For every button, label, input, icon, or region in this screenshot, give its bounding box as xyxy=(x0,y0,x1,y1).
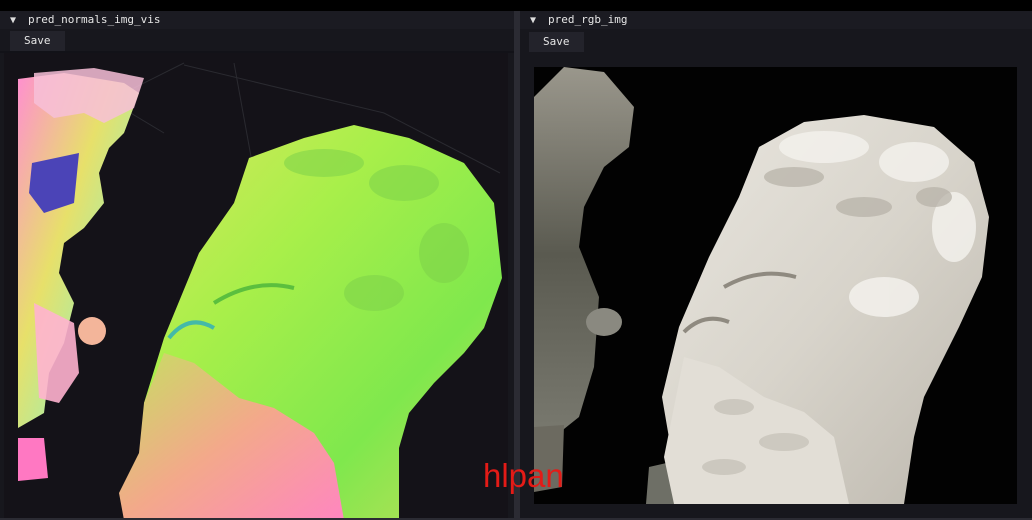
rgb-image xyxy=(534,67,1017,504)
collapse-triangle-icon[interactable]: ▼ xyxy=(10,12,20,30)
panel-pred-rgb: ▼ pred_rgb_img Save xyxy=(520,11,1032,520)
save-button[interactable]: Save xyxy=(10,31,65,51)
save-button[interactable]: Save xyxy=(529,32,584,52)
collapse-triangle-icon[interactable]: ▼ xyxy=(530,12,540,30)
rgb-image-viewport[interactable] xyxy=(534,67,1017,504)
watermark-text: hlpan xyxy=(483,457,564,494)
top-strip xyxy=(0,0,1032,11)
panel-titlebar[interactable]: ▼ pred_normals_img_vis xyxy=(0,11,514,29)
normals-image-viewport[interactable] xyxy=(4,53,508,520)
panel-pred-normals: ▼ pred_normals_img_vis Save xyxy=(0,11,514,520)
panel-titlebar[interactable]: ▼ pred_rgb_img xyxy=(520,11,1032,29)
normals-image xyxy=(4,53,508,520)
panel-title: pred_rgb_img xyxy=(548,13,628,26)
panel-title: pred_normals_img_vis xyxy=(28,13,161,26)
